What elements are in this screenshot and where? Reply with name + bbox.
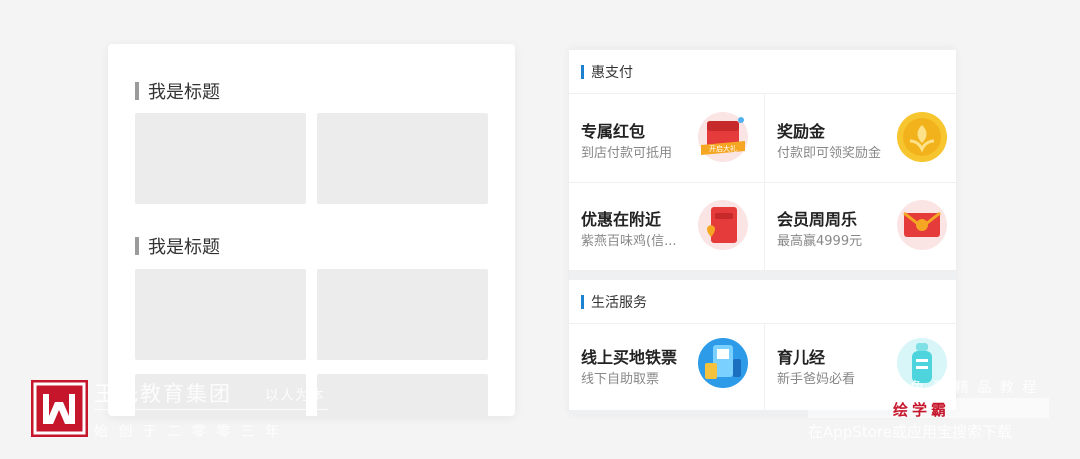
cell-title: 专属红包 bbox=[581, 122, 646, 141]
section-hui-pay: 惠支付 专属红包 到店付款可抵用 开启大礼 奖励金 付款即可领奖励金 优惠在附近… bbox=[569, 50, 956, 270]
placeholder-block bbox=[317, 113, 488, 204]
cell-title: 奖励金 bbox=[777, 122, 826, 141]
red-gift-envelope-icon bbox=[897, 200, 947, 250]
wireframe-title-1-text: 我是标题 bbox=[148, 82, 220, 103]
wireframe-title-2: 我是标题 bbox=[135, 233, 220, 259]
service-cell-nearby-deals[interactable]: 优惠在附近 紫燕百味鸡(信... bbox=[569, 182, 762, 270]
title-marker bbox=[135, 237, 139, 255]
watermark-since: 始 创 于 二 零 零 三 年 bbox=[94, 424, 283, 440]
cell-title: 育儿经 bbox=[777, 348, 826, 367]
cell-title: 会员周周乐 bbox=[777, 210, 858, 229]
cell-subtitle: 到店付款可抵用 bbox=[581, 146, 673, 161]
w-logo-icon bbox=[33, 382, 86, 435]
cell-subtitle: 线下自助取票 bbox=[581, 372, 660, 387]
title-marker bbox=[135, 82, 139, 100]
placeholder-block bbox=[317, 374, 488, 416]
section-life-services: 生活服务 线上买地铁票 线下自助取票 育儿经 新手爸妈必看 bbox=[569, 280, 956, 410]
cell-subtitle: 最高赢4999元 bbox=[777, 234, 863, 249]
placeholder-block bbox=[135, 113, 306, 204]
service-cell-exclusive-red-packet[interactable]: 专属红包 到店付款可抵用 开启大礼 bbox=[569, 94, 762, 182]
placeholder-block bbox=[317, 269, 488, 360]
red-ticket-location-icon bbox=[698, 200, 748, 250]
service-cell-reward[interactable]: 奖励金 付款即可领奖励金 bbox=[765, 94, 958, 182]
cell-subtitle: 新手爸妈必看 bbox=[777, 372, 856, 387]
service-cell-member-weekly[interactable]: 会员周周乐 最高赢4999元 bbox=[765, 182, 958, 270]
cell-subtitle: 紫燕百味鸡(信... bbox=[581, 234, 677, 249]
watermark-brand: 绘学霸 bbox=[893, 401, 951, 419]
section-marker bbox=[581, 294, 584, 309]
cell-subtitle: 付款即可领奖励金 bbox=[777, 146, 882, 161]
watermark-company: 王氏教育集团 bbox=[94, 382, 232, 406]
company-logo bbox=[31, 380, 88, 437]
placeholder-block bbox=[135, 269, 306, 360]
watermark-right-top: 免 费 精 品 教 程 bbox=[910, 380, 1039, 396]
watermark-right-bottom: 在AppStore或应用宝搜索下载 bbox=[808, 423, 1012, 441]
cell-title: 优惠在附近 bbox=[581, 210, 662, 229]
watermark-slogan: 以人为本 bbox=[265, 388, 325, 404]
app-panel: 惠支付 专属红包 到店付款可抵用 开启大礼 奖励金 付款即可领奖励金 优惠在附近… bbox=[569, 48, 956, 414]
section-header: 生活服务 bbox=[569, 280, 956, 324]
service-cell-subway-ticket[interactable]: 线上买地铁票 线下自助取票 bbox=[569, 320, 762, 408]
section-title: 生活服务 bbox=[591, 294, 647, 311]
section-header: 惠支付 bbox=[569, 50, 956, 94]
red-envelope-icon: 开启大礼 bbox=[698, 112, 748, 162]
section-title: 惠支付 bbox=[591, 64, 633, 81]
wireframe-title-1: 我是标题 bbox=[135, 78, 220, 104]
cell-title: 线上买地铁票 bbox=[581, 348, 678, 367]
section-marker bbox=[581, 64, 584, 79]
icon-badge: 开启大礼 bbox=[709, 144, 737, 153]
subway-ticket-icon bbox=[698, 338, 748, 388]
gold-coin-icon bbox=[897, 112, 947, 162]
wireframe-card: 我是标题 我是标题 bbox=[108, 44, 515, 416]
wireframe-title-2-text: 我是标题 bbox=[148, 237, 220, 258]
